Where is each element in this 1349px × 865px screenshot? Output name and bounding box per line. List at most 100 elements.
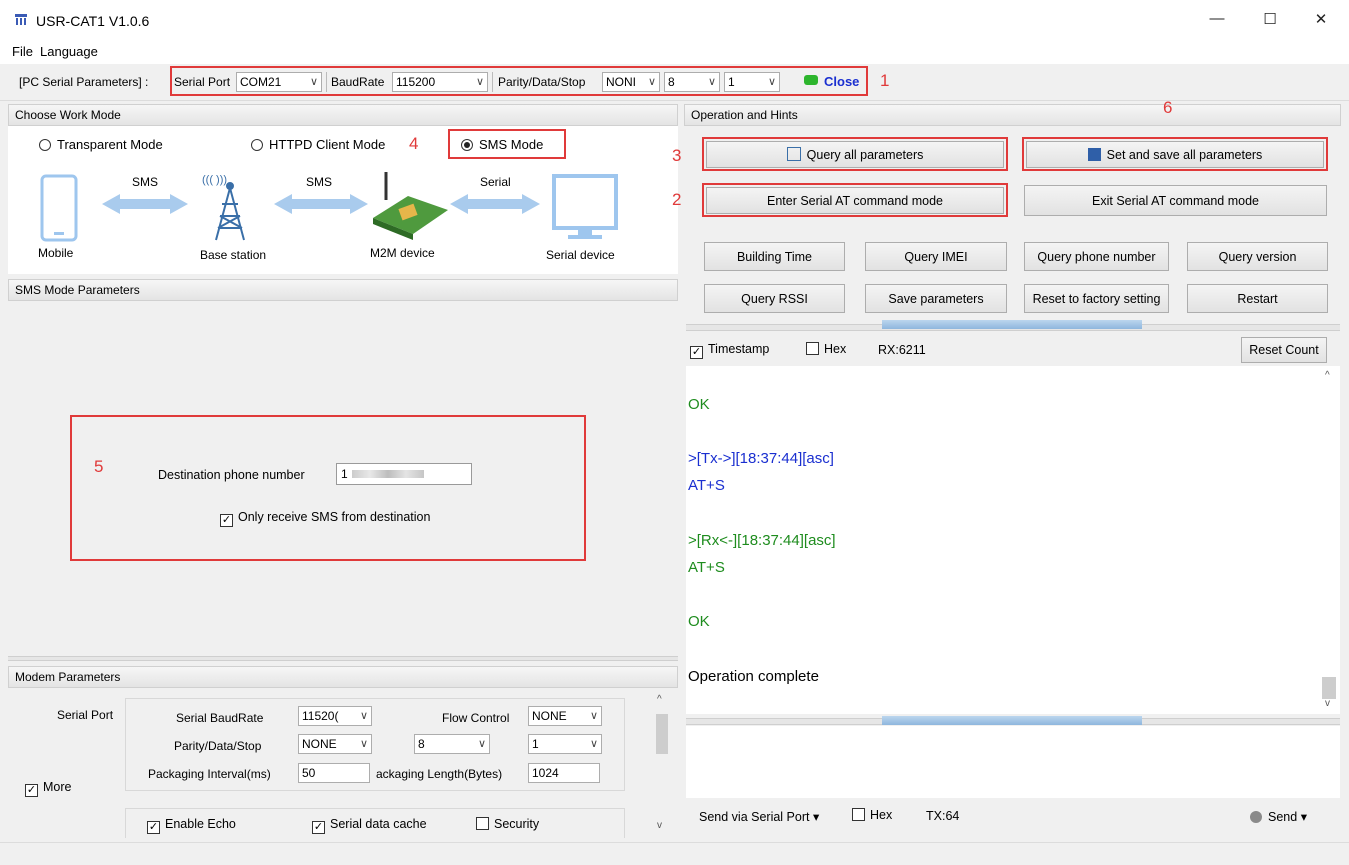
chevron-down-icon: ∨	[589, 738, 598, 750]
send-hex-checkbox[interactable]: Hex	[852, 808, 892, 822]
annotation-number-5: 5	[94, 457, 104, 476]
serial-device-icon	[552, 174, 618, 239]
diagram-label-mobile: Mobile	[38, 246, 74, 260]
rx-hex-checkbox[interactable]: Hex	[806, 342, 846, 356]
menu-bar: File Language	[0, 40, 1349, 64]
query-all-button[interactable]: Query all parameters	[706, 141, 1004, 168]
arrow-icon	[274, 194, 368, 214]
send-input[interactable]	[686, 726, 1340, 798]
exit-at-mode-button[interactable]: Exit Serial AT command mode	[1024, 185, 1327, 216]
rx-count: RX:6211	[878, 343, 926, 357]
serial-params-prefix: [PC Serial Parameters] :	[19, 75, 149, 89]
modem-parity-select[interactable]: NONE ∨	[298, 734, 372, 754]
log-line: OK	[688, 613, 710, 630]
base-station-icon	[215, 182, 245, 241]
sms-params-header: SMS Mode Parameters	[8, 279, 678, 301]
scroll-down-icon[interactable]: v	[657, 820, 662, 831]
reset-factory-button[interactable]: Reset to factory setting	[1024, 284, 1169, 313]
status-bar	[0, 842, 1349, 865]
packaging-interval-input[interactable]: 50	[298, 763, 370, 783]
restart-button[interactable]: Restart	[1187, 284, 1328, 313]
signal-waves-icon: ((( )))	[202, 174, 228, 186]
flow-control-select[interactable]: NONE ∨	[528, 706, 602, 726]
scroll-up-icon[interactable]: ^	[1325, 370, 1330, 381]
scrollbar-thumb[interactable]	[656, 714, 668, 754]
panel-splitter[interactable]	[8, 656, 678, 661]
packaging-length-input[interactable]: 1024	[528, 763, 600, 783]
httpd-mode-radio[interactable]: HTTPD Client Mode	[251, 137, 385, 152]
log-line: OK	[688, 396, 710, 413]
modem-baud-label: Serial BaudRate	[176, 711, 264, 725]
log-line: Operation complete	[688, 668, 819, 685]
maximize-button[interactable]: ☐	[1255, 10, 1285, 32]
splitter-handle[interactable]	[882, 320, 1142, 329]
enable-echo-checkbox[interactable]: ✓ Enable Echo	[147, 817, 236, 834]
close-window-button[interactable]: ✕	[1306, 10, 1336, 32]
save-parameters-button[interactable]: Save parameters	[865, 284, 1007, 313]
timestamp-checkbox[interactable]: ✓ Timestamp	[690, 342, 769, 359]
modem-parity-label: Parity/Data/Stop	[174, 739, 262, 753]
arrow-icon	[450, 194, 540, 214]
modem-params-panel: Serial Port Serial BaudRate 11520(∨ Flow…	[8, 688, 678, 838]
redacted-number	[351, 470, 424, 478]
destination-phone-label: Destination phone number	[158, 468, 305, 482]
sms-mode-radio[interactable]: SMS Mode	[461, 137, 543, 152]
operation-hints-header: Operation and Hints	[684, 104, 1341, 126]
enter-at-mode-button[interactable]: Enter Serial AT command mode	[706, 187, 1004, 214]
scroll-down-icon[interactable]: v	[1325, 698, 1330, 709]
mobile-icon	[40, 174, 78, 242]
send-button[interactable]: Send ▾	[1250, 809, 1307, 824]
diagram-label-serial-device: Serial device	[546, 248, 615, 262]
modem-scrollbar[interactable]: ^ v	[654, 690, 670, 838]
modem-params-header: Modem Parameters	[8, 666, 678, 688]
query-phone-button[interactable]: Query phone number	[1024, 242, 1169, 271]
destination-phone-input[interactable]: 1	[336, 463, 472, 485]
reset-count-button[interactable]: Reset Count	[1241, 337, 1327, 363]
checkbox-checked-icon: ✓	[25, 784, 38, 797]
query-rssi-button[interactable]: Query RSSI	[704, 284, 845, 313]
tx-count: TX:64	[926, 809, 960, 823]
menu-file[interactable]: File	[12, 44, 33, 59]
title-bar: USR-CAT1 V1.0.6 — ☐ ✕	[0, 0, 1349, 40]
scrollbar-thumb[interactable]	[1322, 677, 1336, 699]
checkbox-icon	[852, 808, 865, 821]
serial-parameters-bar: [PC Serial Parameters] : Serial Port COM…	[0, 64, 1349, 101]
building-time-button[interactable]: Building Time	[704, 242, 845, 271]
log-line: >[Tx->][18:37:44][asc]	[688, 450, 834, 467]
app-icon	[15, 14, 27, 25]
modem-baud-select[interactable]: 11520(∨	[298, 706, 372, 726]
save-disk-icon	[1087, 148, 1101, 161]
log-scrollbar[interactable]: ^ v	[1320, 366, 1338, 714]
radio-selected-icon	[461, 139, 473, 151]
checkbox-checked-icon: ✓	[147, 821, 160, 834]
set-save-all-button[interactable]: Set and save all parameters	[1026, 141, 1324, 168]
annotation-box-1	[170, 66, 868, 96]
packaging-interval-label: Packaging Interval(ms)	[148, 767, 271, 781]
modem-stop-bits-select[interactable]: 1 ∨	[528, 734, 602, 754]
checkbox-checked-icon: ✓	[220, 514, 233, 527]
modem-data-bits-select[interactable]: 8 ∨	[414, 734, 490, 754]
security-checkbox[interactable]: Security	[476, 817, 539, 831]
checkbox-icon	[806, 342, 819, 355]
flow-control-label: Flow Control	[442, 711, 510, 725]
query-imei-button[interactable]: Query IMEI	[865, 242, 1007, 271]
chevron-down-icon: ∨	[359, 710, 368, 722]
window-title: USR-CAT1 V1.0.6	[36, 13, 150, 29]
diagram-label-m2m: M2M device	[370, 246, 435, 260]
splitter-handle[interactable]	[882, 716, 1142, 725]
minimize-button[interactable]: —	[1202, 10, 1232, 32]
send-via-dropdown[interactable]: Send via Serial Port ▾	[699, 809, 819, 824]
transparent-mode-radio[interactable]: Transparent Mode	[39, 137, 163, 152]
serial-cache-checkbox[interactable]: ✓ Serial data cache	[312, 817, 427, 834]
query-version-button[interactable]: Query version	[1187, 242, 1328, 271]
menu-language[interactable]: Language	[40, 44, 98, 59]
only-receive-checkbox[interactable]: ✓ Only receive SMS from destination	[220, 510, 430, 527]
annotation-number-6: 6	[1163, 98, 1173, 117]
chevron-down-icon: ∨	[589, 710, 598, 722]
scroll-up-icon[interactable]: ^	[657, 694, 662, 705]
more-checkbox[interactable]: ✓ More	[25, 780, 71, 797]
dropdown-arrow-icon: ▾	[1300, 810, 1307, 824]
annotation-number-4: 4	[409, 134, 419, 153]
arrow-icon	[102, 194, 188, 214]
sms-params-panel: 5 Destination phone number 1 ✓ Only recei…	[8, 301, 678, 653]
